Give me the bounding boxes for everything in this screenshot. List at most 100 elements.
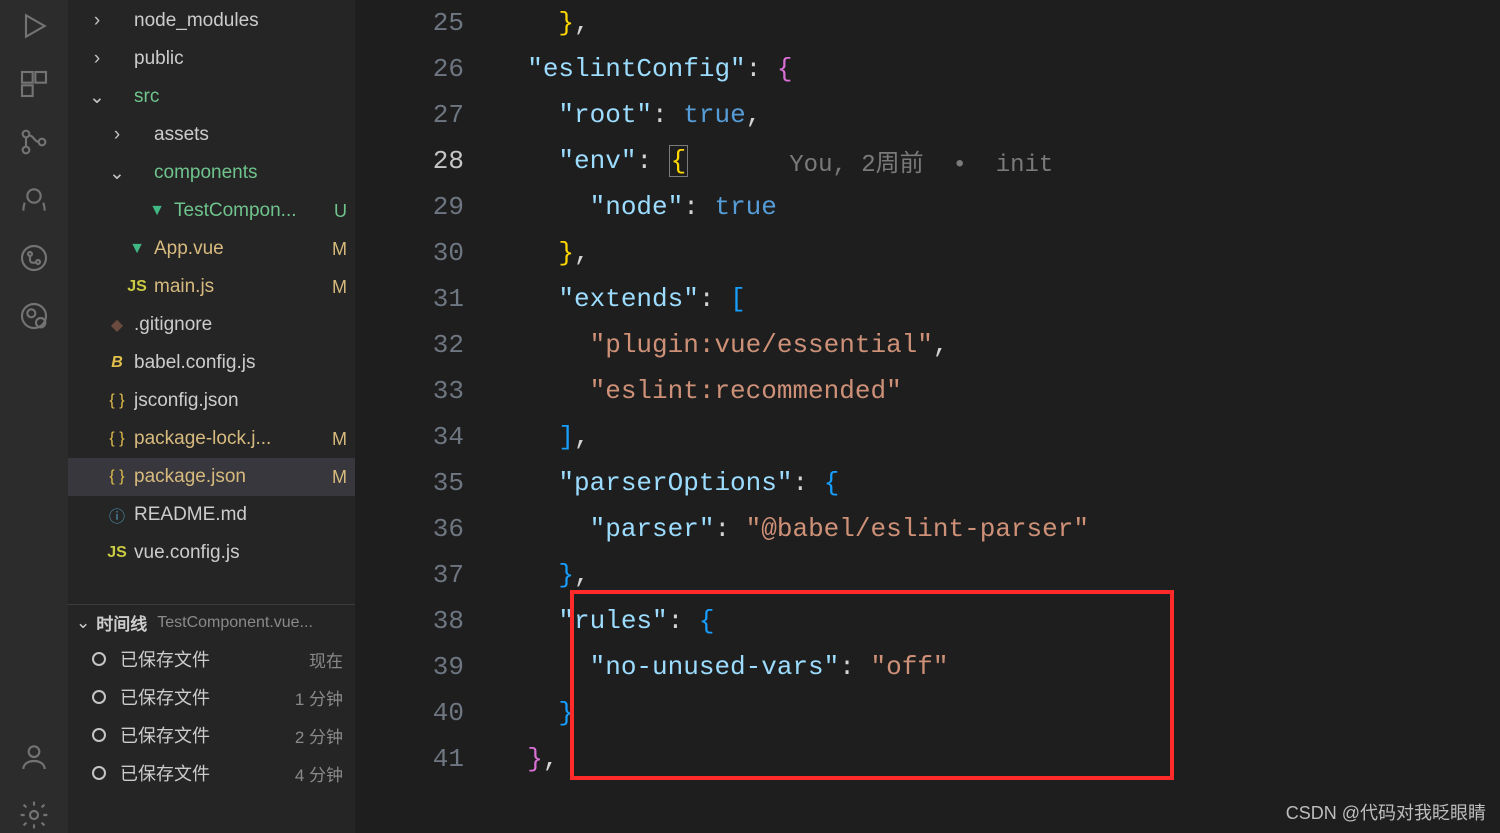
settings-gear-icon[interactable] xyxy=(16,797,52,833)
git-status-badge: U xyxy=(325,201,347,222)
tree-item-jsconfig-json[interactable]: { }jsconfig.json xyxy=(68,382,355,420)
accounts-icon[interactable] xyxy=(16,182,52,218)
chevron-right-icon: › xyxy=(88,48,106,70)
babel-icon: B xyxy=(106,354,128,372)
code-line[interactable]: "rules": { xyxy=(496,598,1490,644)
line-number: 26 xyxy=(356,46,464,92)
token: : xyxy=(714,514,745,544)
timeline-item[interactable]: 已保存文件4 分钟 xyxy=(68,754,355,792)
token: } xyxy=(558,8,574,38)
line-number: 37 xyxy=(356,552,464,598)
tree-item-label: App.vue xyxy=(154,238,325,260)
tree-item-label: public xyxy=(134,48,325,70)
code-line[interactable]: "eslint:recommended" xyxy=(496,368,1490,414)
token: { xyxy=(669,145,689,177)
tree-item--gitignore[interactable]: ◆ .gitignore xyxy=(68,306,355,344)
code-content[interactable]: }, "eslintConfig": { "root": true, "env"… xyxy=(496,0,1500,833)
token: : xyxy=(636,146,667,176)
tree-item-testcompon-[interactable]: ▼TestCompon...U xyxy=(68,192,355,230)
token xyxy=(496,100,558,130)
json-icon: { } xyxy=(106,392,128,410)
timeline-list: 已保存文件现在已保存文件1 分钟已保存文件2 分钟已保存文件4 分钟 xyxy=(68,640,355,792)
token: "eslint:recommended" xyxy=(590,376,902,406)
tree-item-label: package.json xyxy=(134,466,325,488)
git-status-badge: M xyxy=(325,467,347,488)
code-line[interactable]: "parserOptions": { xyxy=(496,460,1490,506)
token: { xyxy=(699,606,715,636)
token: "@babel/eslint-parser" xyxy=(746,514,1089,544)
code-line[interactable]: "extends": [ xyxy=(496,276,1490,322)
token: , xyxy=(574,422,590,452)
line-number: 38 xyxy=(356,598,464,644)
tree-item-assets[interactable]: ›assets xyxy=(68,116,355,154)
code-line[interactable]: }, xyxy=(496,552,1490,598)
git-blame-lens: You, 2周前 • init xyxy=(789,143,1053,179)
account-icon[interactable] xyxy=(16,739,52,775)
tree-item-readme-md[interactable]: ⓘREADME.md xyxy=(68,496,355,534)
tree-item-package-lock-j-[interactable]: { }package-lock.j...M xyxy=(68,420,355,458)
tree-item-package-json[interactable]: { } package.jsonM xyxy=(68,458,355,496)
code-line[interactable]: ], xyxy=(496,414,1490,460)
js-icon: JS xyxy=(126,278,148,296)
timeline-item[interactable]: 已保存文件1 分钟 xyxy=(68,678,355,716)
token xyxy=(496,54,527,84)
tree-item-label: main.js xyxy=(154,276,325,298)
token xyxy=(496,560,558,590)
tree-item-label: .gitignore xyxy=(134,314,325,336)
run-debug-icon[interactable] xyxy=(16,8,52,44)
explorer-panel: ›node_modules › public ⌄src›assets⌄componen… xyxy=(68,0,356,833)
token xyxy=(496,238,558,268)
timeline-title: 时间线 xyxy=(96,610,147,635)
tree-item-app-vue[interactable]: ▼App.vueM xyxy=(68,230,355,268)
code-line[interactable]: }, xyxy=(496,230,1490,276)
code-line[interactable]: "root": true, xyxy=(496,92,1490,138)
code-line[interactable]: "node": true xyxy=(496,184,1490,230)
token: : xyxy=(652,100,683,130)
tree-item-main-js[interactable]: JSmain.jsM xyxy=(68,268,355,306)
code-line[interactable]: } xyxy=(496,690,1490,736)
activity-bar xyxy=(0,0,68,833)
line-number: 36 xyxy=(356,506,464,552)
tree-item-label: TestCompon... xyxy=(174,200,325,222)
tree-item-public[interactable]: › public xyxy=(68,40,355,78)
token xyxy=(496,146,558,176)
tree-item-components[interactable]: ⌄components xyxy=(68,154,355,192)
line-number-gutter: 2526272829303132333435363738394041 xyxy=(356,0,496,833)
token: "parserOptions" xyxy=(558,468,792,498)
git-merge-icon[interactable] xyxy=(16,124,52,160)
tree-item-node-modules[interactable]: ›node_modules xyxy=(68,2,355,40)
git-status-badge: M xyxy=(325,239,347,260)
timeline-label: 已保存文件 xyxy=(120,760,295,786)
code-line[interactable]: "plugin:vue/essential", xyxy=(496,322,1490,368)
extensions-icon[interactable] xyxy=(16,66,52,102)
token: true xyxy=(714,192,776,222)
timeline-item[interactable]: 已保存文件2 分钟 xyxy=(68,716,355,754)
token: , xyxy=(543,744,559,774)
token: : xyxy=(839,652,870,682)
tree-item-src[interactable]: ⌄src xyxy=(68,78,355,116)
timeline-item[interactable]: 已保存文件现在 xyxy=(68,640,355,678)
line-number: 32 xyxy=(356,322,464,368)
bug-circle-icon[interactable] xyxy=(16,298,52,334)
code-editor[interactable]: 2526272829303132333435363738394041 }, "e… xyxy=(356,0,1500,833)
code-line[interactable]: }, xyxy=(496,736,1490,782)
git-icon: ◆ xyxy=(106,315,128,335)
code-line[interactable]: "env": {You, 2周前 • init xyxy=(496,138,1490,184)
tree-item-babel-config-js[interactable]: Bbabel.config.js xyxy=(68,344,355,382)
code-line[interactable]: }, xyxy=(496,0,1490,46)
token xyxy=(496,192,590,222)
code-line[interactable]: "eslintConfig": { xyxy=(496,46,1490,92)
source-control-circle-icon[interactable] xyxy=(16,240,52,276)
file-tree: ›node_modules › public ⌄src›assets⌄componen… xyxy=(68,0,355,572)
token: "plugin:vue/essential" xyxy=(590,330,933,360)
code-line[interactable]: "no-unused-vars": "off" xyxy=(496,644,1490,690)
token: } xyxy=(558,238,574,268)
timeline-time: 现在 xyxy=(309,647,343,672)
json-icon: { } xyxy=(106,468,128,486)
tree-item-vue-config-js[interactable]: JSvue.config.js xyxy=(68,534,355,572)
line-number: 40 xyxy=(356,690,464,736)
save-circle-icon xyxy=(92,728,106,742)
code-line[interactable]: "parser": "@babel/eslint-parser" xyxy=(496,506,1490,552)
token xyxy=(496,330,590,360)
timeline-header[interactable]: ⌄ 时间线 TestComponent.vue... xyxy=(68,604,355,640)
